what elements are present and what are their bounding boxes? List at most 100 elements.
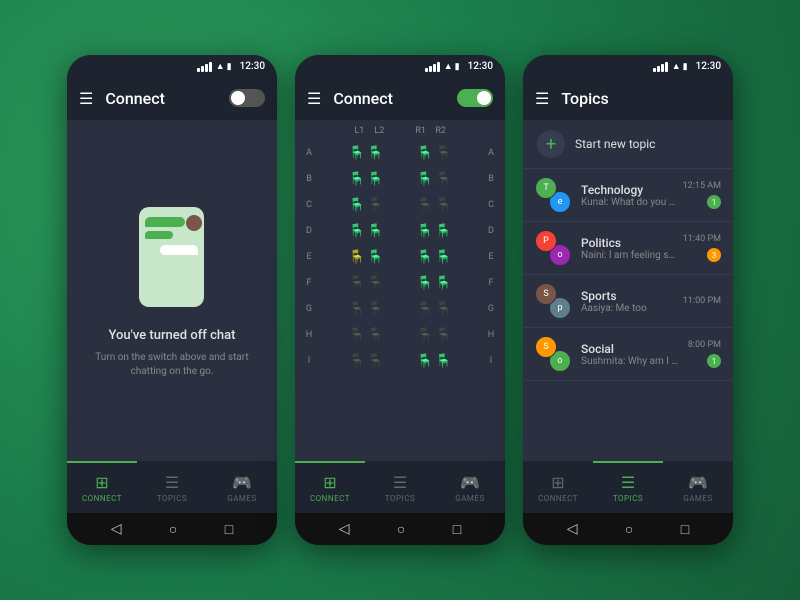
seat-icon[interactable]: 🪑 bbox=[435, 302, 451, 317]
seat-icon[interactable]: 🪑 bbox=[435, 250, 451, 265]
hamburger-icon-1[interactable]: ☰ bbox=[79, 89, 93, 108]
topic-time: 8:00 PM bbox=[688, 340, 721, 350]
status-time-3: 12:30 bbox=[696, 61, 721, 72]
seat-icon[interactable]: 🪑 bbox=[435, 354, 451, 369]
nav-games-3[interactable]: 🎮 GAMES bbox=[663, 461, 733, 513]
seat-row-label-right: G bbox=[485, 304, 497, 314]
recent-btn-3[interactable]: □ bbox=[681, 521, 689, 538]
seat-icon[interactable]: 🪑 bbox=[349, 198, 365, 213]
seat-icon[interactable]: 🪑 bbox=[417, 354, 433, 369]
col-headers: L1 L2 R1 R2 bbox=[303, 124, 497, 140]
seat-icon[interactable]: 🪑 bbox=[435, 328, 451, 343]
seat-icon[interactable]: 🪑 bbox=[417, 250, 433, 265]
seat-icon[interactable]: 🪑 bbox=[367, 172, 383, 187]
topic-badge: 1 bbox=[707, 354, 721, 368]
nav-topics-3[interactable]: ☰ TOPICS bbox=[593, 461, 663, 513]
chat-toggle-1[interactable] bbox=[229, 89, 265, 107]
home-btn-3[interactable]: ○ bbox=[625, 521, 633, 538]
wifi-icon: ▲ bbox=[216, 61, 225, 72]
nav-topics-2[interactable]: ☰ TOPICS bbox=[365, 461, 435, 513]
seat-icon[interactable]: 🪑 bbox=[367, 198, 383, 213]
signal-bar-3-1 bbox=[653, 68, 656, 72]
seat-row: B🪑🪑🪑🪑B bbox=[303, 168, 497, 190]
left-seat-group: 🪑🪑 bbox=[349, 302, 383, 317]
seat-icon[interactable]: 🪑 bbox=[417, 302, 433, 317]
topic-name: Politics bbox=[581, 236, 677, 250]
recent-btn-2[interactable]: □ bbox=[453, 521, 461, 538]
left-seat-group: 🪑🪑 bbox=[349, 198, 383, 213]
seat-icon[interactable]: 🪑 bbox=[435, 276, 451, 291]
topic-name: Social bbox=[581, 342, 682, 356]
connect-icon-2: ⊞ bbox=[323, 473, 336, 492]
phone-illustration bbox=[127, 202, 217, 312]
home-btn-1[interactable]: ○ bbox=[169, 521, 177, 538]
hamburger-icon-2[interactable]: ☰ bbox=[307, 89, 321, 108]
topic-avatar-group: Sp bbox=[535, 283, 571, 319]
seat-icon[interactable]: 🪑 bbox=[349, 302, 365, 317]
battery-icon-2: ▮ bbox=[455, 62, 460, 72]
topic-item[interactable]: TeTechnologyKunal: What do you think?12:… bbox=[523, 169, 733, 222]
new-topic-button[interactable]: + Start new topic bbox=[523, 120, 733, 169]
seat-icon[interactable]: 🪑 bbox=[367, 302, 383, 317]
hamburger-icon-3[interactable]: ☰ bbox=[535, 89, 549, 108]
seat-icon[interactable]: 🪑 bbox=[349, 224, 365, 239]
seat-icon[interactable]: 🪑 bbox=[435, 172, 451, 187]
nav-connect-1[interactable]: ⊞ CONNECT bbox=[67, 461, 137, 513]
home-btn-2[interactable]: ○ bbox=[397, 521, 405, 538]
seat-icon[interactable]: 🪑 bbox=[367, 224, 383, 239]
topic-avatar-group: Te bbox=[535, 177, 571, 213]
nav-games-1[interactable]: 🎮 GAMES bbox=[207, 461, 277, 513]
seat-icon[interactable]: 🪑 bbox=[349, 250, 365, 265]
right-seat-group: 🪑🪑 bbox=[417, 354, 451, 369]
topic-meta: 11:00 PM bbox=[683, 296, 721, 306]
seat-row-label-left: D bbox=[303, 226, 315, 236]
topics-icon-2: ☰ bbox=[393, 473, 407, 492]
back-btn-1[interactable]: ◁ bbox=[111, 521, 122, 537]
seat-icon[interactable]: 🪑 bbox=[349, 276, 365, 291]
seat-icon[interactable]: 🪑 bbox=[349, 354, 365, 369]
topic-item[interactable]: Sp SportsAasiya: Me too 11:00 PM bbox=[523, 275, 733, 328]
seat-icon[interactable]: 🪑 bbox=[349, 172, 365, 187]
topic-preview: Naini: I am feeling so Noob bbox=[581, 250, 677, 261]
topic-time: 11:00 PM bbox=[683, 296, 721, 306]
nav-connect-3[interactable]: ⊞ CONNECT bbox=[523, 461, 593, 513]
topic-item[interactable]: PoPoliticsNaini: I am feeling so Noob11:… bbox=[523, 222, 733, 275]
topic-info: SportsAasiya: Me too bbox=[581, 289, 677, 314]
nav-games-2[interactable]: 🎮 GAMES bbox=[435, 461, 505, 513]
bottom-nav-3: ⊞ CONNECT ☰ TOPICS 🎮 GAMES bbox=[523, 461, 733, 513]
seat-icon[interactable]: 🪑 bbox=[435, 224, 451, 239]
seat-icon[interactable]: 🪑 bbox=[417, 328, 433, 343]
seat-icon[interactable]: 🪑 bbox=[367, 146, 383, 161]
seat-icon[interactable]: 🪑 bbox=[367, 250, 383, 265]
seat-icon[interactable]: 🪑 bbox=[417, 276, 433, 291]
signal-bar-3-3 bbox=[661, 64, 664, 72]
signal-bar-2-4 bbox=[437, 62, 440, 72]
topic-item[interactable]: SoSocialSushmita: Why am I here?8:00 PM1 bbox=[523, 328, 733, 381]
seat-icon[interactable]: 🪑 bbox=[367, 328, 383, 343]
seat-icon[interactable]: 🪑 bbox=[435, 198, 451, 213]
seat-icon[interactable]: 🪑 bbox=[349, 328, 365, 343]
seat-icon[interactable]: 🪑 bbox=[349, 146, 365, 161]
app-header-3: ☰ Topics bbox=[523, 76, 733, 120]
nav-topics-1[interactable]: ☰ TOPICS bbox=[137, 461, 207, 513]
back-btn-3[interactable]: ◁ bbox=[567, 521, 578, 537]
seat-icon[interactable]: 🪑 bbox=[417, 146, 433, 161]
games-icon-1: 🎮 bbox=[232, 473, 252, 492]
games-label-3: GAMES bbox=[683, 494, 712, 503]
new-topic-label: Start new topic bbox=[575, 137, 655, 151]
connect-icon-3: ⊞ bbox=[551, 473, 564, 492]
seat-icon[interactable]: 🪑 bbox=[417, 198, 433, 213]
nav-connect-2[interactable]: ⊞ CONNECT bbox=[295, 461, 365, 513]
chat-off-screen: You've turned off chat Turn on the switc… bbox=[67, 120, 277, 461]
seat-icon[interactable]: 🪑 bbox=[417, 224, 433, 239]
topic-name: Sports bbox=[581, 289, 677, 303]
back-btn-2[interactable]: ◁ bbox=[339, 521, 350, 537]
recent-btn-1[interactable]: □ bbox=[225, 521, 233, 538]
seat-row: C🪑🪑🪑🪑C bbox=[303, 194, 497, 216]
seat-row-label-right: H bbox=[485, 330, 497, 340]
seat-icon[interactable]: 🪑 bbox=[367, 354, 383, 369]
seat-icon[interactable]: 🪑 bbox=[417, 172, 433, 187]
chat-toggle-2[interactable] bbox=[457, 89, 493, 107]
seat-icon[interactable]: 🪑 bbox=[367, 276, 383, 291]
seat-icon[interactable]: 🪑 bbox=[435, 146, 451, 161]
